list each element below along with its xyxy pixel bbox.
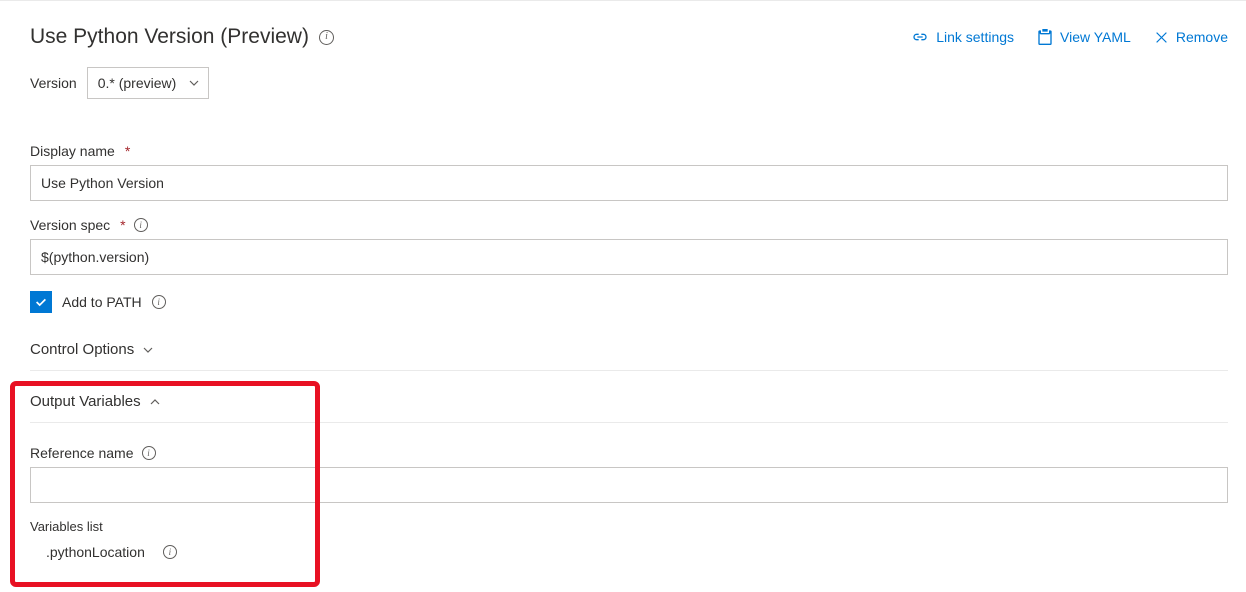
control-options-header[interactable]: Control Options [30,341,1228,360]
check-icon [34,295,48,309]
version-row: Version 0.* (preview) [30,67,1228,99]
link-settings-label: Link settings [936,29,1014,45]
remove-button[interactable]: Remove [1155,29,1228,45]
clipboard-icon [1038,29,1052,45]
chevron-down-icon [188,77,200,89]
add-to-path-label: Add to PATH [62,294,142,310]
version-spec-label: Version spec [30,217,110,233]
info-icon[interactable]: i [134,218,148,232]
display-name-label: Display name [30,143,115,159]
section-divider [30,370,1228,371]
variables-list-label: Variables list [30,519,1228,534]
add-to-path-checkbox[interactable] [30,291,52,313]
chevron-down-icon [142,344,154,356]
required-marker: * [125,143,130,159]
version-label: Version [30,75,77,91]
control-options-title: Control Options [30,341,134,358]
output-variables-title: Output Variables [30,393,141,410]
header-row: Use Python Version (Preview) i Link sett… [30,25,1228,49]
close-icon [1155,31,1168,44]
add-to-path-row: Add to PATH i [30,291,1228,313]
chevron-up-icon [149,396,161,408]
version-spec-input[interactable] [30,239,1228,275]
link-settings-button[interactable]: Link settings [912,29,1014,45]
required-marker: * [120,217,125,233]
variable-name: .pythonLocation [46,544,145,560]
display-name-input[interactable] [30,165,1228,201]
section-divider [30,422,1228,423]
output-variables-header[interactable]: Output Variables [30,393,1228,412]
reference-name-field: Reference name i [30,445,1228,503]
view-yaml-label: View YAML [1060,29,1131,45]
info-icon[interactable]: i [163,545,177,559]
info-icon[interactable]: i [142,446,156,460]
view-yaml-button[interactable]: View YAML [1038,29,1131,45]
action-links: Link settings View YAML Remove [912,29,1228,45]
remove-label: Remove [1176,29,1228,45]
variable-list-item: .pythonLocation i [30,544,1228,560]
reference-name-input[interactable] [30,467,1228,503]
info-icon[interactable]: i [152,295,166,309]
version-selected-value: 0.* (preview) [98,75,177,91]
version-spec-field: Version spec * i [30,217,1228,275]
link-icon [912,30,928,44]
info-icon[interactable]: i [319,30,334,45]
display-name-field: Display name * [30,143,1228,201]
version-select[interactable]: 0.* (preview) [87,67,210,99]
page-title: Use Python Version (Preview) [30,25,309,49]
reference-name-label: Reference name [30,445,134,461]
